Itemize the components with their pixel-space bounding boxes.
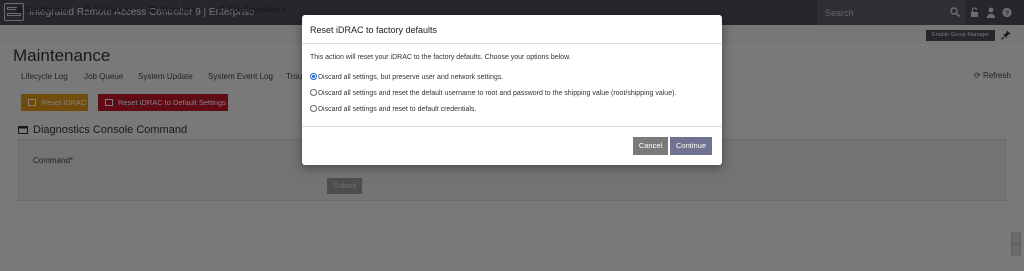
radio-button[interactable] bbox=[310, 89, 317, 96]
radio-button[interactable] bbox=[310, 73, 317, 80]
divider bbox=[302, 126, 722, 127]
dialog-description: This action will reset your iDRAC to the… bbox=[310, 54, 571, 61]
continue-button[interactable]: Continue bbox=[670, 137, 712, 155]
option-reset-default-credentials[interactable]: Discard all settings and reset to defaul… bbox=[310, 105, 476, 113]
divider bbox=[302, 43, 722, 44]
radio-button[interactable] bbox=[310, 105, 317, 112]
cancel-button[interactable]: Cancel bbox=[633, 137, 668, 155]
dialog-title: Reset iDRAC to factory defaults bbox=[310, 25, 438, 35]
option-preserve-user-network[interactable]: Discard all settings, but preserve user … bbox=[310, 73, 503, 81]
option-reset-root-shipping[interactable]: Discard all settings and reset the defau… bbox=[310, 89, 676, 97]
reset-defaults-dialog: Reset iDRAC to factory defaults This act… bbox=[302, 15, 722, 165]
